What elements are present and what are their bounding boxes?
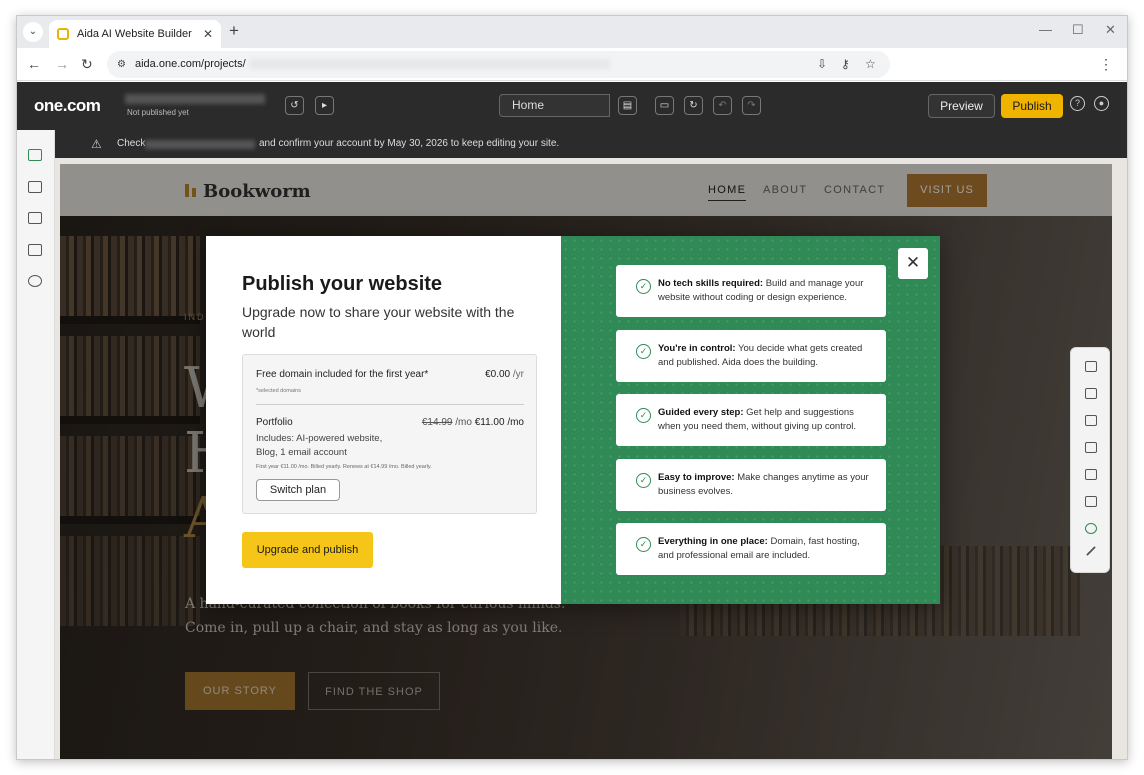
analytics-icon[interactable] [28,244,42,256]
bookmark-star-icon[interactable]: ☆ [865,51,876,78]
page-settings-icon[interactable]: ▤ [618,96,637,115]
right-toolbar [1070,347,1110,573]
url-redacted [249,59,610,70]
store-block-icon[interactable] [1085,415,1097,426]
feature-item: ✓ You're in control: You decide what get… [616,330,886,382]
modal-subtitle: Upgrade now to share your website with t… [242,304,515,340]
app-header: one.com Not published yet ↺ ▸ Home ▤ ▭ ↻… [17,82,1127,130]
plan-name: Portfolio [256,417,293,428]
feature-item: ✓ Everything in one place: Domain, fast … [616,523,886,575]
domain-note: *selected domains [256,388,301,394]
check-circle-icon: ✓ [636,344,651,359]
modal-title: Publish your website [242,273,443,295]
tab-search-icon[interactable]: ⌄ [23,22,43,42]
publish-status: Not published yet [127,108,189,117]
check-circle-icon: ✓ [636,537,651,552]
undo-icon[interactable]: ↶ [713,96,732,115]
url-text: aida.one.com/projects/ [135,58,246,70]
tab-close-icon[interactable]: ✕ [203,20,213,48]
browser-menu-icon[interactable]: ⋮ [1099,56,1113,73]
modal-right-panel: ✕ ✓ No tech skills required: Build and m… [561,236,940,604]
password-key-icon[interactable]: ⚷ [841,51,850,78]
favicon-icon [57,28,69,40]
refresh-icon[interactable]: ↻ [684,96,703,115]
toolbox-icon[interactable] [1085,388,1097,399]
publish-modal: Publish your website Upgrade now to shar… [206,236,940,604]
preview-button[interactable]: Preview [928,94,995,118]
reload-icon[interactable]: ↻ [81,56,93,73]
text-block-icon[interactable] [1085,442,1097,453]
layout-icon[interactable] [1085,361,1097,372]
close-window-button[interactable]: ✕ [1105,22,1116,38]
forward-icon[interactable]: → [55,56,69,72]
plan-card: Free domain included for the first year*… [242,354,537,514]
ai-edit-icon[interactable] [28,149,42,161]
tab-title: Aida AI Website Builder [77,28,192,40]
minimize-button[interactable]: — [1039,22,1052,37]
page-selector[interactable]: Home [499,94,610,117]
feature-item: ✓ Easy to improve: Make changes anytime … [616,459,886,511]
play-preview-icon[interactable]: ▸ [315,96,334,115]
modal-close-button[interactable]: ✕ [898,248,928,279]
account-icon[interactable]: ● [1094,96,1109,111]
settings-icon[interactable] [28,275,42,287]
redo-icon[interactable]: ↷ [742,96,761,115]
browser-window: ⌄ Aida AI Website Builder ✕ + — ☐ ✕ ← → … [16,15,1128,760]
address-bar[interactable]: ⚙ aida.one.com/projects/ ⇩ ⚷ ☆ [107,51,890,78]
plan-fine-print: First year €11.00 /mo. Billed yearly. Re… [256,464,432,470]
publish-button[interactable]: Publish [1001,94,1063,118]
check-circle-icon: ✓ [636,473,651,488]
gallery-icon[interactable] [1085,469,1097,480]
site-name-redacted [125,94,265,104]
history-icon[interactable]: ↺ [285,96,304,115]
switch-plan-button[interactable]: Switch plan [256,479,340,501]
modal-left-panel: Publish your website Upgrade now to shar… [206,236,561,604]
ai-sparkle-icon[interactable] [1085,523,1097,534]
email-redacted [145,140,255,149]
domain-label: Free domain included for the first year* [256,369,429,380]
warning-icon: ⚠ [91,137,102,151]
banner-text-start: Check [117,138,146,149]
install-icon[interactable]: ⇩ [817,51,827,78]
banner-text-end: and confirm your account by May 30, 2026… [259,138,560,149]
site-info-icon[interactable]: ⚙ [117,51,126,78]
image-icon[interactable] [1085,496,1097,507]
one-com-logo[interactable]: one.com [34,96,101,116]
feature-item: ✓ No tech skills required: Build and man… [616,265,886,317]
card-divider [256,404,524,405]
verify-banner: ⚠ Check and confirm your account by May … [55,130,1127,158]
left-rail [17,130,55,759]
help-icon[interactable]: ? [1070,96,1085,111]
check-circle-icon: ✓ [636,279,651,294]
pencil-icon[interactable] [1086,546,1096,556]
plan-includes: Includes: AI-powered website, Blog, 1 em… [256,433,383,458]
tab-strip: ⌄ Aida AI Website Builder ✕ + — ☐ ✕ [17,16,1127,48]
new-tab-button[interactable]: + [229,21,239,41]
desktop-view-icon[interactable]: ▭ [655,96,674,115]
maximize-button[interactable]: ☐ [1072,22,1084,38]
check-circle-icon: ✓ [636,408,651,423]
plan-price: €14.99 /mo €11.00 /mo [421,417,524,428]
calendar-icon[interactable] [28,212,42,224]
domain-price: €0.00 /yr [485,369,524,380]
address-row: ← → ↻ ⚙ aida.one.com/projects/ ⇩ ⚷ ☆ ⋮ [17,48,1127,81]
browser-tab[interactable]: Aida AI Website Builder ✕ [49,20,221,48]
back-icon[interactable]: ← [27,56,41,72]
upgrade-publish-button[interactable]: Upgrade and publish [242,532,373,568]
store-icon[interactable] [28,181,42,193]
feature-item: ✓ Guided every step: Get help and sugges… [616,394,886,446]
